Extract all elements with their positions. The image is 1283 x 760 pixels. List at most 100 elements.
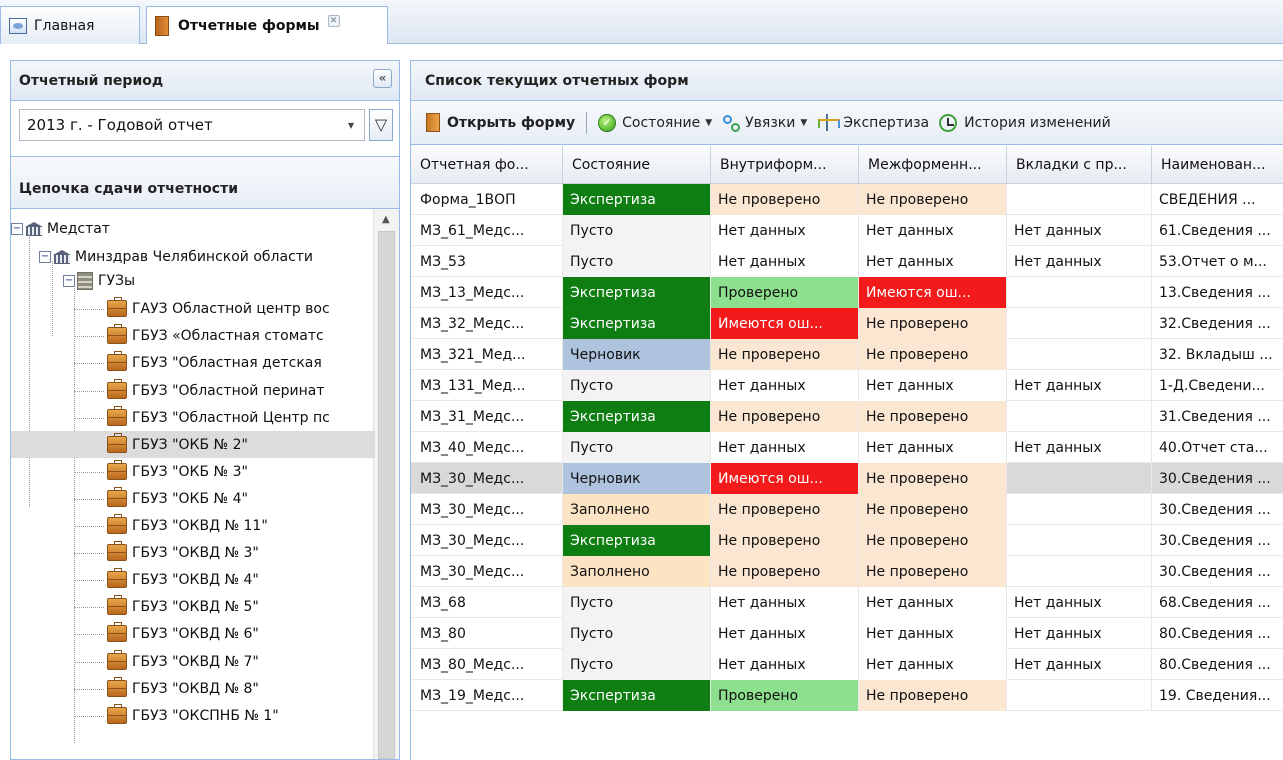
table-row[interactable]: Форма_1ВОП Экспертиза Не проверено Не прове… xyxy=(411,184,1283,215)
table-cell: Нет данных xyxy=(1007,215,1152,246)
chevron-down-icon[interactable]: ▾ xyxy=(342,115,360,135)
column-header[interactable]: Отчетная фо... xyxy=(411,146,563,184)
column-header[interactable]: Межформенн... xyxy=(859,146,1007,184)
open-form-button[interactable]: Открыть форму xyxy=(421,108,580,138)
tab-report-forms[interactable]: Отчетные формы ✕ xyxy=(146,6,388,44)
tree-node-label: ГАУЗ Областной центр вос xyxy=(132,300,330,317)
table-cell: Не проверено xyxy=(859,184,1007,215)
table-row[interactable]: МЗ_80 Пусто Нет данных Нет данных Нет данных… xyxy=(411,618,1283,649)
table-cell: Нет данных xyxy=(859,432,1007,463)
table-cell: Проверено xyxy=(711,680,859,711)
tree-node[interactable]: ГБУЗ "ОКВД № 11" xyxy=(11,512,375,539)
state-menu-button[interactable]: ✓ Состояние ▼ xyxy=(593,108,717,138)
table-cell: 19. Сведения... xyxy=(1159,687,1271,704)
table-row[interactable]: МЗ_31_Медс... Экспертиза Не проверено Не пр… xyxy=(411,401,1283,432)
tree-node[interactable]: − ГУЗы xyxy=(11,267,375,294)
column-header[interactable]: Состояние xyxy=(563,146,711,184)
table-row[interactable]: МЗ_53 Пусто Нет данных Нет данных Нет данных… xyxy=(411,246,1283,277)
collapse-icon[interactable]: − xyxy=(39,250,51,263)
table-row[interactable]: МЗ_321_Мед... Черновик Не проверено Не пров… xyxy=(411,339,1283,370)
table-cell: МЗ_32_Медс... xyxy=(411,308,563,339)
table-cell: Черновик xyxy=(563,339,711,370)
table-cell xyxy=(1007,463,1152,494)
table-cell: Пусто xyxy=(563,215,711,246)
column-header[interactable]: Наименован... xyxy=(1152,146,1283,184)
table-row[interactable]: МЗ_19_Медс... Экспертиза Проверено Не прове… xyxy=(411,680,1283,711)
case-icon xyxy=(107,460,127,480)
table-cell: 13.Сведения ... xyxy=(1159,284,1271,301)
tree-node[interactable]: ГБУЗ "Областной Центр пс xyxy=(11,404,375,431)
tree-node[interactable]: ГБУЗ "ОКВД № 4" xyxy=(11,566,375,593)
table-cell: Пусто xyxy=(563,649,711,680)
table-cell: МЗ_68 xyxy=(411,587,563,618)
table-cell xyxy=(1007,494,1152,525)
tree-node[interactable]: ГБУЗ "ОКВД № 8" xyxy=(11,675,375,702)
tree-node[interactable]: − Медстат xyxy=(11,215,375,242)
table-row[interactable]: МЗ_13_Медс... Экспертиза Проверено Имеются … xyxy=(411,277,1283,308)
forms-panel-title: Список текущих отчетных форм xyxy=(425,72,689,89)
scroll-up-icon[interactable]: ▲ xyxy=(382,214,390,225)
tree-node[interactable]: ГБУЗ "Областная детская xyxy=(11,349,375,376)
tree-node[interactable]: ГБУЗ "ОКСПНБ № 1" xyxy=(11,702,375,729)
expertise-button[interactable]: Экспертиза xyxy=(812,108,934,138)
table-cell: Пусто xyxy=(563,618,711,649)
tab-home[interactable]: Главная xyxy=(0,6,140,44)
table-cell: МЗ_30_Медс... xyxy=(411,556,563,587)
table-cell: МЗ_30_Медс... xyxy=(411,463,563,494)
close-icon[interactable]: ✕ xyxy=(327,14,340,27)
tree-node[interactable]: ГБУЗ "ОКБ № 4" xyxy=(11,485,375,512)
table-row[interactable]: МЗ_61_Медс... Пусто Нет данных Нет данных Не… xyxy=(411,215,1283,246)
tab-home-label: Главная xyxy=(34,17,95,34)
collapse-panel-button[interactable]: « xyxy=(373,69,392,88)
column-header[interactable]: Внутриформ... xyxy=(711,146,859,184)
tree-node[interactable]: ГБУЗ "ОКВД № 3" xyxy=(11,539,375,566)
table-cell: МЗ_80 xyxy=(411,618,563,649)
period-select[interactable]: 2013 г. - Годовой отчет ▾ xyxy=(19,109,365,141)
table-row[interactable]: МЗ_131_Мед... Пусто Нет данных Нет данных Не… xyxy=(411,370,1283,401)
links-menu-button[interactable]: Увязки ▼ xyxy=(717,108,812,138)
tree-node-label: ГБУЗ "ОКВД № 4" xyxy=(132,571,259,588)
table-row[interactable]: МЗ_30_Медс... Заполнено Не проверено Не про… xyxy=(411,556,1283,587)
table-cell: 30.Сведения ... xyxy=(1159,563,1271,580)
case-icon xyxy=(107,406,127,426)
table-cell: 30.Сведения ... xyxy=(1159,501,1271,518)
filter-button[interactable]: ▽ xyxy=(369,109,393,141)
tree-node[interactable]: ГБУЗ "ОКБ № 2" xyxy=(11,431,375,458)
scroll-thumb[interactable] xyxy=(378,231,395,759)
table-row[interactable]: МЗ_30_Медс... Заполнено Не проверено Не про… xyxy=(411,494,1283,525)
tree-node[interactable]: ГБУЗ "ОКБ № 3" xyxy=(11,458,375,485)
table-cell: Экспертиза xyxy=(563,184,711,215)
tree-node[interactable]: ГБУЗ "ОКВД № 5" xyxy=(11,593,375,620)
toolbar-separator xyxy=(586,111,588,134)
table-cell: 68.Сведения ... xyxy=(1159,594,1271,611)
top-tab-bar: Главная Отчетные формы ✕ xyxy=(0,0,1283,46)
case-icon xyxy=(107,622,127,642)
tree-node[interactable]: ГБУЗ «Областная стоматс xyxy=(11,322,375,349)
history-button[interactable]: История изменений xyxy=(934,108,1116,138)
table-cell xyxy=(1007,525,1152,556)
table-cell xyxy=(1007,680,1152,711)
chevron-down-icon: ▼ xyxy=(705,117,713,128)
collapse-icon[interactable]: − xyxy=(63,274,75,287)
tree-node[interactable]: ГБУЗ "Областной перинат xyxy=(11,377,375,404)
tree-scrollbar[interactable]: ▲ xyxy=(373,209,399,759)
tree-node[interactable]: ГАУЗ Областной центр вос xyxy=(11,295,375,322)
table-row[interactable]: МЗ_30_Медс... Черновик Имеются ош... Не про… xyxy=(411,463,1283,494)
table-row[interactable]: МЗ_32_Медс... Экспертиза Имеются ош... Не п… xyxy=(411,308,1283,339)
table-cell: МЗ_131_Мед... xyxy=(411,370,563,401)
table-row[interactable]: МЗ_40_Медс... Пусто Нет данных Нет данных Не… xyxy=(411,432,1283,463)
forms-grid: Отчетная фо... Состояние Внутриформ... Межф… xyxy=(411,146,1283,711)
table-row[interactable]: МЗ_30_Медс... Экспертиза Не проверено Не пр… xyxy=(411,525,1283,556)
table-cell: Экспертиза xyxy=(563,277,711,308)
tree-node[interactable]: ГБУЗ "ОКВД № 7" xyxy=(11,648,375,675)
table-row[interactable]: МЗ_68 Пусто Нет данных Нет данных Нет данных… xyxy=(411,587,1283,618)
tree-node[interactable]: − Минздрав Челябинской области xyxy=(11,243,375,270)
table-cell: Пусто xyxy=(563,587,711,618)
table-cell: 32. Вкладыш ... xyxy=(1159,346,1273,363)
table-cell: СВЕДЕНИЯ ... xyxy=(1159,191,1256,208)
table-row[interactable]: МЗ_80_Медс... Пусто Нет данных Нет данных Не… xyxy=(411,649,1283,680)
tree-node-label: ГБУЗ "ОКБ № 4" xyxy=(132,490,248,507)
tree-node[interactable]: ГБУЗ "ОКВД № 6" xyxy=(11,620,375,647)
column-header[interactable]: Вкладки с пр... xyxy=(1007,146,1152,184)
collapse-icon[interactable]: − xyxy=(11,222,23,235)
